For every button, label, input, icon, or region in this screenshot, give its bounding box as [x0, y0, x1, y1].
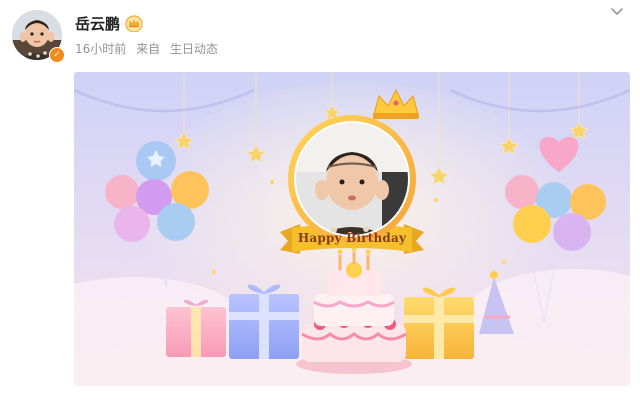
user-name[interactable]: 岳云鹏 — [75, 13, 120, 34]
post-meta: 16小时前 来自 生日动态 — [75, 40, 224, 57]
verified-v-icon: ✓ — [49, 47, 65, 63]
post-time[interactable]: 16小时前 — [75, 42, 126, 56]
post-header: ✓ 岳云鹏 16小时前 来自 生日动态 — [0, 0, 640, 70]
source-link[interactable]: 生日动态 — [170, 42, 218, 56]
chevron-down-icon[interactable] — [606, 4, 628, 20]
birthday-ribbon-text: Happy Birthday — [297, 231, 407, 245]
source-prefix: 来自 — [136, 42, 161, 56]
crown-badge-icon — [125, 15, 143, 32]
birthday-banner-image[interactable]: Happy Birthday — [74, 72, 630, 386]
